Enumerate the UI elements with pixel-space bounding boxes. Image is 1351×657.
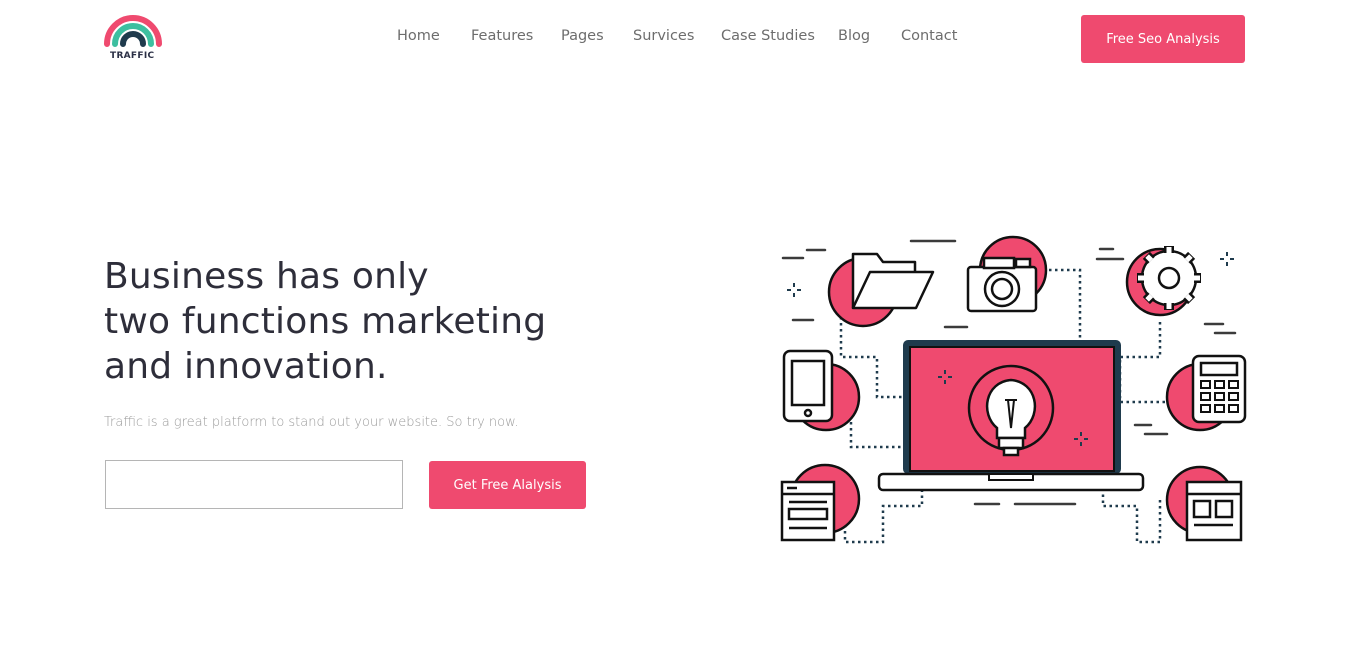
brand-name: TRAFFIC [110,51,155,61]
hero-title-line-2: two functions marketing [104,301,547,342]
layout-window-icon [1185,480,1243,542]
nav-services[interactable]: Survices [633,28,694,44]
hero-title-line-1: Business has only [104,256,429,297]
get-free-analysis-button[interactable]: Get Free Alalysis [429,461,586,509]
nav-home[interactable]: Home [397,28,440,44]
hero-illustration [780,235,1247,544]
phone-icon [782,349,834,423]
gear-icon [1137,246,1201,310]
hero-subtitle: Traffic is a great platform to stand out… [104,415,519,430]
brand-logo[interactable]: TRAFFIC [104,14,162,64]
free-seo-analysis-button[interactable]: Free Seo Analysis [1081,15,1245,63]
browser-window-icon [780,480,836,542]
camera-icon [966,256,1038,313]
hero-title: Business has only two functions marketin… [104,254,624,389]
nav-pages[interactable]: Pages [561,28,604,44]
nav-contact[interactable]: Contact [901,28,957,44]
traffic-logo-icon [104,15,162,47]
hero-title-line-3: and innovation. [104,346,388,387]
folder-icon [851,252,935,310]
calculator-icon [1191,354,1247,424]
nav-blog[interactable]: Blog [838,28,870,44]
website-input[interactable] [105,460,403,509]
nav-case-studies[interactable]: Case Studies [721,28,815,44]
nav-features[interactable]: Features [471,28,533,44]
